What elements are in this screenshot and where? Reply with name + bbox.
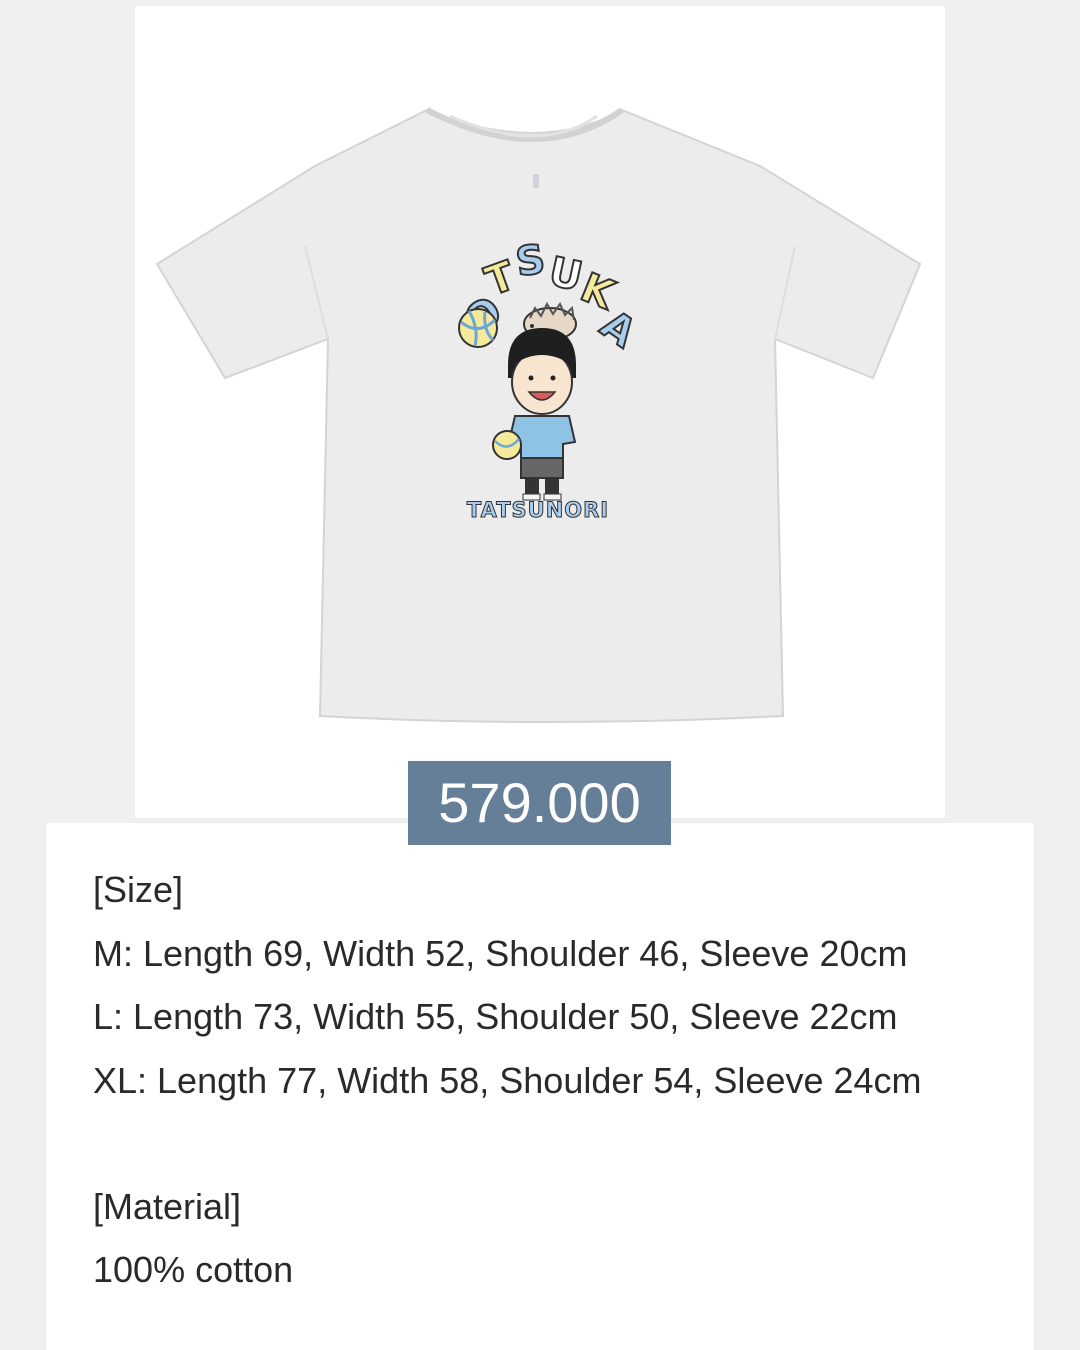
product-image-card[interactable]: O T S U K A bbox=[135, 6, 945, 818]
material-value: 100% cotton bbox=[93, 1249, 294, 1290]
tshirt-image: O T S U K A bbox=[155, 107, 922, 723]
size-row-xl: XL: Length 77, Width 58, Shoulder 54, Sl… bbox=[93, 1060, 922, 1101]
print-subtitle: TATSUNORI bbox=[467, 498, 609, 522]
material-header: [Material] bbox=[93, 1186, 242, 1227]
size-row-m: M: Length 69, Width 52, Shoulder 46, Sle… bbox=[93, 933, 908, 974]
description-card: [Size] M: Length 69, Width 52, Shoulder … bbox=[46, 823, 1034, 1350]
size-header: [Size] bbox=[93, 869, 184, 910]
size-row-l: L: Length 73, Width 55, Shoulder 50, Sle… bbox=[93, 996, 898, 1037]
volleyball-icon bbox=[458, 308, 498, 348]
label-tag bbox=[533, 174, 539, 188]
price-badge: 579.000 bbox=[408, 761, 671, 845]
